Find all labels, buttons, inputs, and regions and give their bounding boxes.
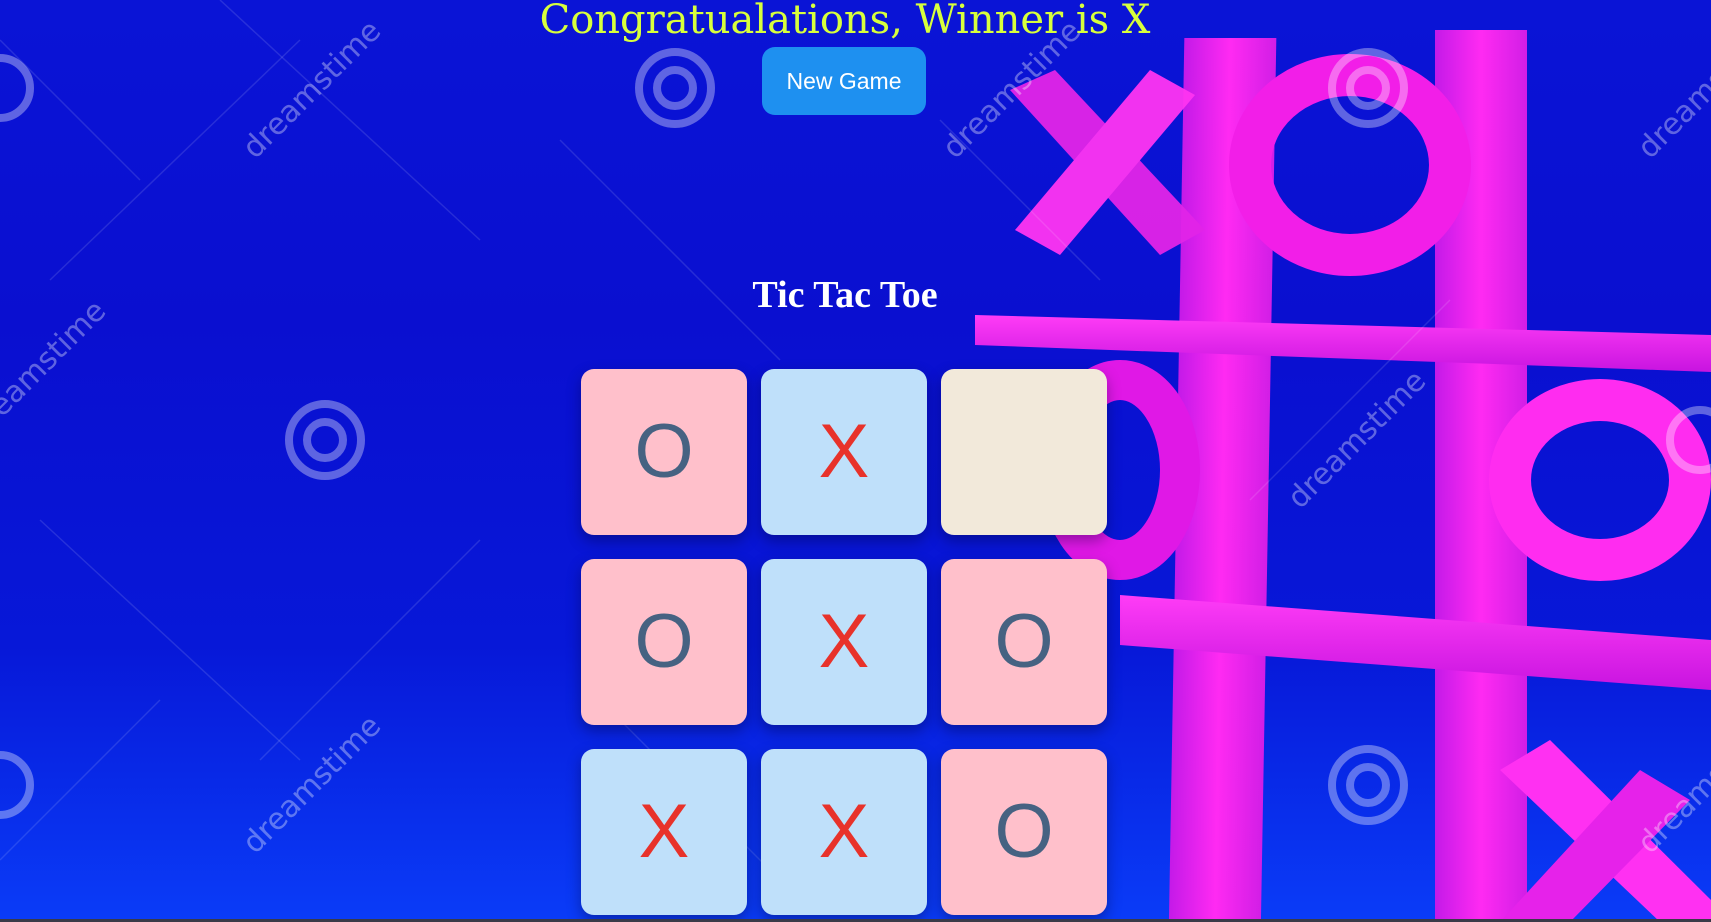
board-cell-1-3[interactable]: [941, 369, 1107, 535]
board-cell-2-3[interactable]: O: [941, 559, 1107, 725]
game-board: O X O X O X X O: [581, 369, 1109, 915]
board-cell-1-2[interactable]: X: [761, 369, 927, 535]
board-cell-3-1[interactable]: X: [581, 749, 747, 915]
svg-text:dreamstime: dreamstime: [236, 708, 388, 860]
board-cell-3-2[interactable]: X: [761, 749, 927, 915]
new-game-button[interactable]: New Game: [762, 47, 926, 115]
svg-text:dreamstime: dreamstime: [1281, 363, 1433, 515]
board-cell-1-1[interactable]: O: [581, 369, 747, 535]
board-cell-2-1[interactable]: O: [581, 559, 747, 725]
board-cell-3-3[interactable]: O: [941, 749, 1107, 915]
game-title: Tic Tac Toe: [752, 274, 938, 316]
winner-message: Congratualations, Winner is X: [539, 0, 1151, 43]
board-cell-2-2[interactable]: X: [761, 559, 927, 725]
game-screen: dreamstime dreamstime dreamstime dreamst…: [0, 0, 1711, 922]
